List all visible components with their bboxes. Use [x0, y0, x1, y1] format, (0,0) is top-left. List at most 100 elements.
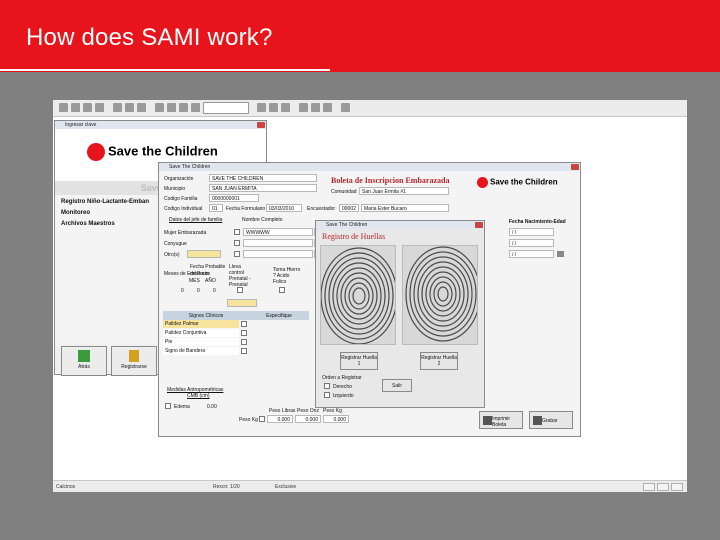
register-fingerprint-1-button[interactable]: Registrar Huella 1 — [340, 352, 378, 370]
hierro-label: Toma Hierro ? Acido Folico — [273, 267, 301, 285]
cmb-value[interactable]: 0.00 — [207, 404, 217, 410]
app-toolbar — [53, 100, 687, 117]
mes-value[interactable]: 0 — [197, 288, 200, 294]
disk-icon — [533, 416, 542, 425]
menu-item-registro[interactable]: Registro Niño-Lactante-Emban — [59, 198, 151, 206]
logo-mark-icon — [87, 143, 105, 161]
tool-icon[interactable] — [299, 103, 308, 112]
otros-select[interactable] — [187, 250, 221, 258]
save-button[interactable]: Grabar — [529, 411, 573, 429]
help-icon[interactable] — [341, 103, 350, 112]
filter-icon[interactable] — [179, 103, 188, 112]
municipio-label: Municipio — [164, 186, 186, 192]
close-icon[interactable] — [475, 222, 483, 228]
peso-check[interactable] — [259, 416, 265, 422]
derecho-check[interactable] — [324, 383, 330, 389]
zoom-icon[interactable] — [311, 103, 320, 112]
peso-onz-label: Peso Onz — [297, 408, 319, 414]
fingerprint-2-image — [405, 246, 477, 342]
org-field[interactable]: SAVE THE CHILDREN — [209, 174, 317, 182]
hierro-check[interactable] — [279, 287, 285, 293]
back-label: Atrás — [78, 364, 90, 370]
exit-button[interactable]: Salir — [382, 379, 412, 392]
peso-libras-field[interactable]: 0.000 — [267, 415, 293, 423]
sort-icon[interactable] — [167, 103, 176, 112]
signo-row-4[interactable]: Signo de Bandera — [163, 347, 239, 355]
comunidad-label: Comunidad — [331, 189, 357, 195]
fingerprint-window-title: Save The Children — [326, 222, 368, 228]
meses-value[interactable]: 0 — [181, 288, 184, 294]
signo-row-1[interactable]: Palidez Palmar — [163, 320, 239, 328]
register-fingerprint-2-button[interactable]: Registrar Huella 2 — [420, 352, 458, 370]
back-button[interactable]: Atrás — [61, 346, 107, 376]
window-icon[interactable] — [281, 103, 290, 112]
otros-date[interactable]: / / — [509, 250, 554, 258]
familia-field[interactable]: 0000000001 — [209, 194, 259, 202]
encuestador-name-field[interactable]: Maria Ester Bucaro — [361, 204, 449, 212]
close-icon[interactable] — [257, 122, 265, 128]
signo-row-3[interactable]: Pie — [163, 338, 239, 346]
embarazada-field[interactable]: WWWWW — [243, 228, 313, 236]
register-button[interactable]: Registrarse — [111, 346, 157, 376]
app-screenshot: Ingresar clave Save the Children Save Th… — [53, 100, 687, 492]
especifique-header: Especifique — [249, 311, 309, 320]
fecha-nacimiento-label: Fecha Nacimiento-Edad — [509, 219, 566, 225]
embarazada-check[interactable] — [234, 229, 240, 235]
signo-check-3[interactable] — [241, 339, 247, 345]
copy-icon[interactable] — [125, 103, 134, 112]
new-icon[interactable] — [59, 103, 68, 112]
encuestador-code-field[interactable]: 00002 — [339, 204, 359, 212]
menu-item-monitoreo[interactable]: Monitoreo — [59, 209, 92, 217]
ano-value[interactable]: 0 — [213, 288, 216, 294]
record-icon[interactable] — [269, 103, 278, 112]
signo-row-2[interactable]: Palidez Conjuntiva — [163, 329, 239, 337]
fecha-probable-label: Fecha Probable — [190, 264, 226, 270]
comunidad-field[interactable]: San Juan Ermita #1 — [359, 187, 449, 195]
municipio-field[interactable]: SAN JUAN ERMITA — [209, 184, 317, 192]
peso-kg-field[interactable]: 0.000 — [323, 415, 349, 423]
derecho-label: Derecho — [333, 384, 352, 390]
izquierdo-label: Izquierdo — [333, 393, 354, 399]
signo-check-4[interactable] — [241, 348, 247, 354]
save-icon[interactable] — [83, 103, 92, 112]
paste-icon[interactable] — [137, 103, 146, 112]
signo-check-1[interactable] — [241, 321, 247, 327]
login-window-title: Ingresar clave — [65, 122, 97, 128]
print-label: Imprimir Boleta — [492, 416, 511, 428]
print-icon[interactable] — [95, 103, 104, 112]
jefe-section-label: Datos del jefe de familia — [169, 217, 223, 223]
close-icon[interactable] — [571, 164, 579, 170]
edema-check[interactable] — [165, 403, 171, 409]
cut-icon[interactable] — [113, 103, 122, 112]
find-icon[interactable] — [257, 103, 266, 112]
conyugue-date[interactable]: / / — [509, 239, 554, 247]
open-icon[interactable] — [71, 103, 80, 112]
fingerprint-header: Registro de Huellas — [322, 232, 386, 241]
toolbar-select[interactable] — [203, 102, 249, 114]
status-mode: Exclusive — [275, 484, 297, 490]
individual-field[interactable]: 01 — [209, 204, 223, 212]
register-label: Registrarse — [121, 364, 147, 370]
peso-kg-label: Peso Kg — [239, 417, 258, 423]
fecha-field[interactable]: 03/03/2010 — [266, 204, 302, 212]
menu-item-archivos[interactable]: Archivos Maestros — [59, 220, 117, 228]
table-icon[interactable] — [557, 251, 564, 257]
control-prenatal-check[interactable] — [237, 287, 243, 293]
izquierdo-check[interactable] — [324, 392, 330, 398]
form-window-title: Save The Children — [169, 164, 211, 170]
peso-onz-field[interactable]: 0.000 — [295, 415, 321, 423]
conyugue-check[interactable] — [234, 240, 240, 246]
props-icon[interactable] — [323, 103, 332, 112]
ano-label: AÑO — [205, 278, 216, 284]
conyugue-field[interactable] — [243, 239, 313, 247]
signo-check-2[interactable] — [241, 330, 247, 336]
otros-field[interactable] — [243, 250, 313, 258]
order-label: Orden a Registrar — [322, 375, 362, 381]
chart-icon[interactable] — [191, 103, 200, 112]
parto-select[interactable] — [227, 299, 257, 307]
print-boleta-button[interactable]: Imprimir Boleta — [479, 411, 523, 429]
undo-icon[interactable] — [155, 103, 164, 112]
slide-title: How does SAMI work? — [26, 24, 273, 51]
embarazada-date[interactable]: / / — [509, 228, 554, 236]
otros-check[interactable] — [234, 251, 240, 257]
